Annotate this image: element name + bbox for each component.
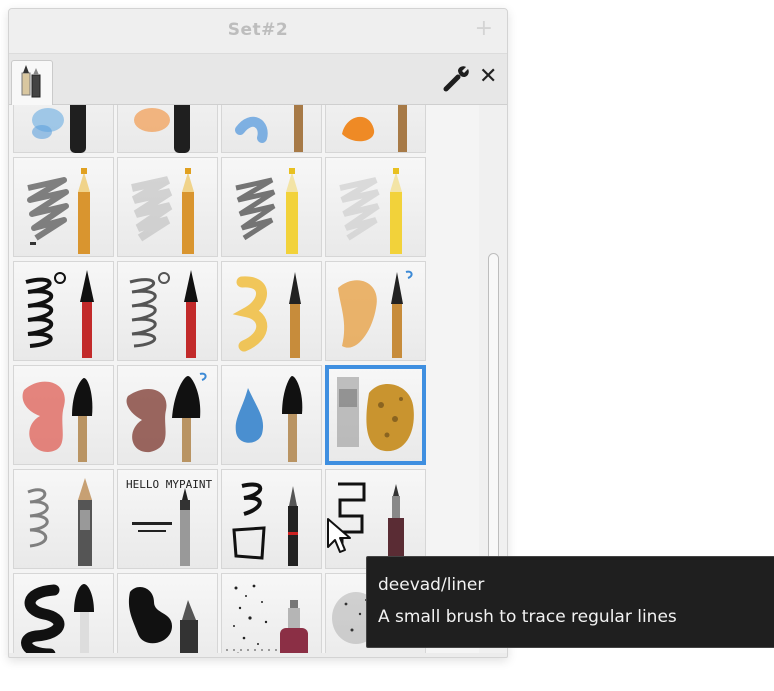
watercolor-orange-icon xyxy=(338,270,413,358)
panel-title: Set#2 xyxy=(227,20,289,40)
brush-cell[interactable] xyxy=(117,365,218,465)
brush-cell[interactable] xyxy=(13,261,114,361)
brush-cell[interactable]: HELLO MYPAINT !!! xyxy=(117,469,219,569)
brush-cell[interactable] xyxy=(325,105,426,153)
brush-cell[interactable] xyxy=(117,261,218,361)
brush-cell[interactable] xyxy=(13,105,114,153)
ink-scribble-black-icon xyxy=(25,270,94,358)
panel-titlebar[interactable]: Set#2 + xyxy=(9,9,507,54)
tooltip-brush-name: deevad/liner xyxy=(378,575,485,595)
brush-cell[interactable] xyxy=(221,469,322,569)
brush-group-tab[interactable] xyxy=(11,60,53,105)
pencil-scribble-light-icon xyxy=(131,168,194,254)
blue-ink-drop-icon xyxy=(235,376,303,462)
pencil-scribble-dark-icon xyxy=(27,168,90,254)
brush-tooltip: deevad/liner A small brush to trace regu… xyxy=(366,556,774,648)
sponge-brush-icon xyxy=(337,377,414,452)
splatter-red-icon xyxy=(233,584,308,653)
pencil-yellow-icon xyxy=(235,168,298,254)
pencil-light-icon xyxy=(339,168,402,254)
fountain-pen-scribble-icon xyxy=(232,482,298,566)
brush-cell[interactable] xyxy=(221,365,322,465)
airbrush-orange-icon xyxy=(134,105,190,153)
brush-cell[interactable] xyxy=(221,261,322,361)
watercolor-yellow-icon xyxy=(232,272,301,358)
panel-tabbar: ✕ xyxy=(9,54,507,105)
airbrush-blue-icon xyxy=(32,105,86,153)
brush-cell[interactable] xyxy=(13,157,114,257)
brush-group-icon xyxy=(21,65,41,98)
wrench-icon[interactable] xyxy=(441,64,471,94)
black-ink-brush-icon xyxy=(21,584,94,653)
red-paint-brush-icon xyxy=(22,378,93,462)
brush-cell[interactable] xyxy=(13,365,114,465)
brush-cell[interactable] xyxy=(13,469,114,569)
brush-cell[interactable] xyxy=(221,157,322,257)
ink-scribble-grey-icon xyxy=(129,270,198,358)
brush-cell[interactable] xyxy=(117,105,218,153)
brush-cell-selected[interactable] xyxy=(325,365,426,465)
brush-cell[interactable] xyxy=(325,157,426,257)
brush-cell[interactable] xyxy=(325,261,426,361)
pencil-loops-icon xyxy=(27,478,92,566)
scrollbar-thumb[interactable] xyxy=(488,253,499,583)
black-marker-icon xyxy=(128,587,198,653)
ink-blue-pen-icon xyxy=(235,105,303,152)
brush-cell[interactable] xyxy=(117,157,218,257)
brush-cell[interactable] xyxy=(13,573,114,653)
hello-text: HELLO MYPAINT !!! xyxy=(126,478,219,491)
brown-paint-brush-icon xyxy=(126,372,207,462)
brush-cell[interactable] xyxy=(221,573,322,653)
mouse-pointer-icon xyxy=(327,518,351,553)
orange-pen-icon xyxy=(342,105,407,152)
add-group-button[interactable]: + xyxy=(475,16,493,42)
brush-cell[interactable] xyxy=(221,105,322,153)
close-panel-button[interactable]: ✕ xyxy=(479,62,497,92)
tooltip-brush-description: A small brush to trace regular lines xyxy=(378,607,677,627)
hello-mypaint-liner-icon: HELLO MYPAINT !!! xyxy=(126,478,219,566)
resize-grip-icon[interactable] xyxy=(224,647,284,653)
brush-cell[interactable] xyxy=(117,573,218,653)
